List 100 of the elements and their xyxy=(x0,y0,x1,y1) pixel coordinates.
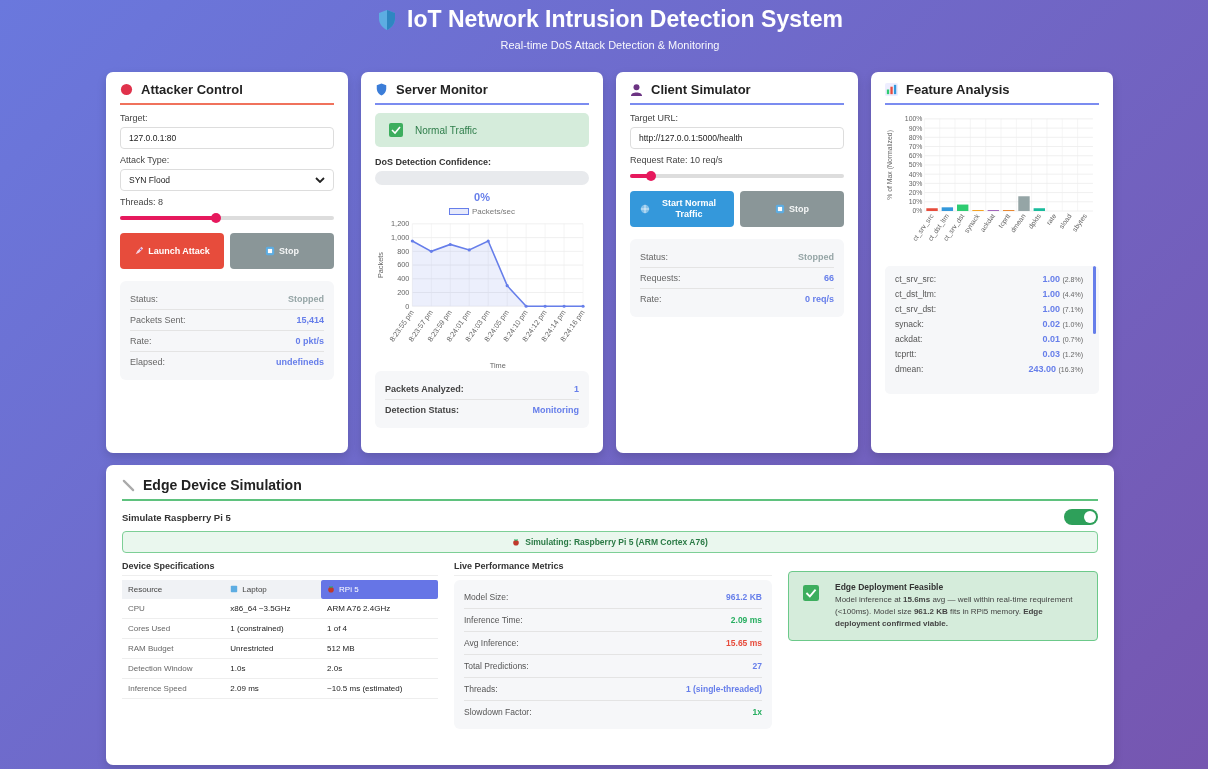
raspberry-icon xyxy=(327,585,336,593)
card-title: Server Monitor xyxy=(396,82,488,97)
table-cell: Cores Used xyxy=(122,618,225,639)
bar xyxy=(1018,196,1030,211)
stat-label: Rate: xyxy=(130,336,152,346)
card-title: Edge Device Simulation xyxy=(143,477,302,493)
stop-icon xyxy=(775,204,785,214)
table-cell: 1 (constrained) xyxy=(224,618,322,639)
metric-label: Threads: xyxy=(464,684,498,694)
table-cell: 1.0s xyxy=(224,658,322,679)
feature-name: ackdat: xyxy=(895,333,923,344)
table-cell: 2.09 ms xyxy=(224,678,322,699)
table-cell: Inference Speed xyxy=(122,678,225,699)
card-title: Feature Analysis xyxy=(906,82,1010,97)
feature-value: 0.02 xyxy=(1042,318,1060,329)
metric-label: Inference Time: xyxy=(464,615,523,625)
feature-name: dmean: xyxy=(895,363,924,374)
scrollbar[interactable] xyxy=(1093,266,1096,334)
attack-type-dropdown[interactable]: SYN Flood xyxy=(120,169,334,191)
bar xyxy=(941,207,954,211)
table-cell: Unrestricted xyxy=(224,638,322,659)
stat-label: Requests: xyxy=(640,273,681,283)
column-header[interactable]: Resource xyxy=(122,580,225,599)
stat-value: 1 xyxy=(574,384,579,394)
stat-label: Packets Analyzed: xyxy=(385,384,464,394)
globe-icon xyxy=(640,204,650,214)
field-label: Attack Type: xyxy=(120,155,171,165)
confidence-value: 0% xyxy=(473,191,491,203)
field-label: Target: xyxy=(120,113,149,123)
bar xyxy=(926,208,938,211)
stat-value: 15,414 xyxy=(296,315,324,325)
feature-value: 0.03 xyxy=(1042,348,1060,359)
feature-value: 1.00 xyxy=(1042,273,1060,284)
feature-name: ct_dst_ltm: xyxy=(895,288,937,299)
person-icon xyxy=(630,83,643,96)
stat-label: Elapsed: xyxy=(130,357,166,367)
stat-label: Status: xyxy=(130,294,158,304)
stat-value: 0 req/s xyxy=(804,294,834,304)
metric-value: 1 (single-threaded) xyxy=(685,684,762,694)
table-cell: 1 of 4 xyxy=(321,618,438,639)
page-title: IoT Network Intrusion Detection System xyxy=(407,6,843,33)
raspberry-icon xyxy=(512,538,521,546)
metric-value: 1x xyxy=(752,707,762,717)
section-title: Device Specifications xyxy=(122,561,438,576)
rate-slider[interactable] xyxy=(630,169,844,183)
verdict-text: Model inference at 15.6ms avg — well within real-time requirement (<100ms). Model size 961.2 KB fits in RPi5 memory. Edge deployment confirmed viable. xyxy=(835,594,1074,630)
metric-label: Total Predictions: xyxy=(464,661,529,671)
page-subtitle: Real-time DoS Attack Detection & Monitoring xyxy=(499,39,721,51)
bar xyxy=(1033,208,1045,211)
stat-value: Monitoring xyxy=(532,405,579,415)
check-icon xyxy=(803,585,819,601)
stat-value: Stopped xyxy=(288,294,324,304)
toggle-switch[interactable] xyxy=(1064,509,1098,525)
stat-value: 66 xyxy=(824,273,834,283)
metric-value: 961.2 KB xyxy=(726,592,762,602)
field-label: Target URL: xyxy=(630,113,680,123)
stop-icon xyxy=(265,246,275,256)
confidence-label: DoS Detection Confidence: xyxy=(375,157,492,167)
feature-value: 1.00 xyxy=(1042,303,1060,314)
stat-label: Detection Status: xyxy=(385,405,459,415)
card-title: Client Simulator xyxy=(651,82,751,97)
table-cell: CPU xyxy=(122,599,225,619)
column-header[interactable]: RPi 5 xyxy=(321,580,438,599)
feature-value: 0.01 xyxy=(1042,333,1060,344)
metric-value: 2.09 ms xyxy=(730,615,762,625)
feature-name: tcprtt: xyxy=(895,348,917,359)
laptop-icon xyxy=(230,585,239,593)
feature-value: 243.00 xyxy=(1028,363,1057,374)
table-cell: Detection Window xyxy=(122,658,225,679)
check-icon xyxy=(389,123,403,137)
threads-slider[interactable] xyxy=(120,211,334,225)
stat-value: Stopped xyxy=(798,252,834,262)
legend-swatch xyxy=(448,208,469,215)
stat-label: Packets Sent: xyxy=(130,315,186,325)
table-cell: 2.0s xyxy=(321,658,438,679)
column-header[interactable]: Laptop xyxy=(224,580,322,599)
verdict-title: Edge Deployment Feasible xyxy=(835,582,945,592)
table-cell: x86_64 ~3.5GHz xyxy=(224,599,322,619)
rocket-icon xyxy=(134,246,145,256)
shield-icon xyxy=(377,8,398,31)
stat-value: undefineds xyxy=(276,357,324,367)
table-cell: ARM A76 2.4GHz xyxy=(321,599,438,619)
target-field[interactable]: 127.0.0.1:80 xyxy=(120,127,334,149)
feature-name: ct_srv_src: xyxy=(895,273,937,284)
legend-label: Packets/sec xyxy=(471,207,516,216)
traffic-alert: Normal Traffic xyxy=(375,113,589,147)
metric-label: Slowdown Factor: xyxy=(464,707,532,717)
feature-name: synack: xyxy=(895,318,924,329)
metric-label: Avg Inference: xyxy=(464,638,519,648)
table-cell: RAM Budget xyxy=(122,638,225,659)
feature-value: 1.00 xyxy=(1042,288,1060,299)
bar xyxy=(957,204,969,211)
table-cell: ~10.5 ms (estimated) xyxy=(321,678,438,699)
slider-label: Threads: 8 xyxy=(120,197,165,207)
slider-label: Request Rate: 10 req/s xyxy=(630,155,724,165)
stat-value: 0 pkt/s xyxy=(295,336,324,346)
url-field[interactable]: http://127.0.0.1:5000/health xyxy=(630,127,844,149)
section-title: Live Performance Metrics xyxy=(454,561,772,576)
dot-icon xyxy=(120,83,133,96)
launch-attack-button[interactable]: Launch Attack xyxy=(120,233,224,269)
